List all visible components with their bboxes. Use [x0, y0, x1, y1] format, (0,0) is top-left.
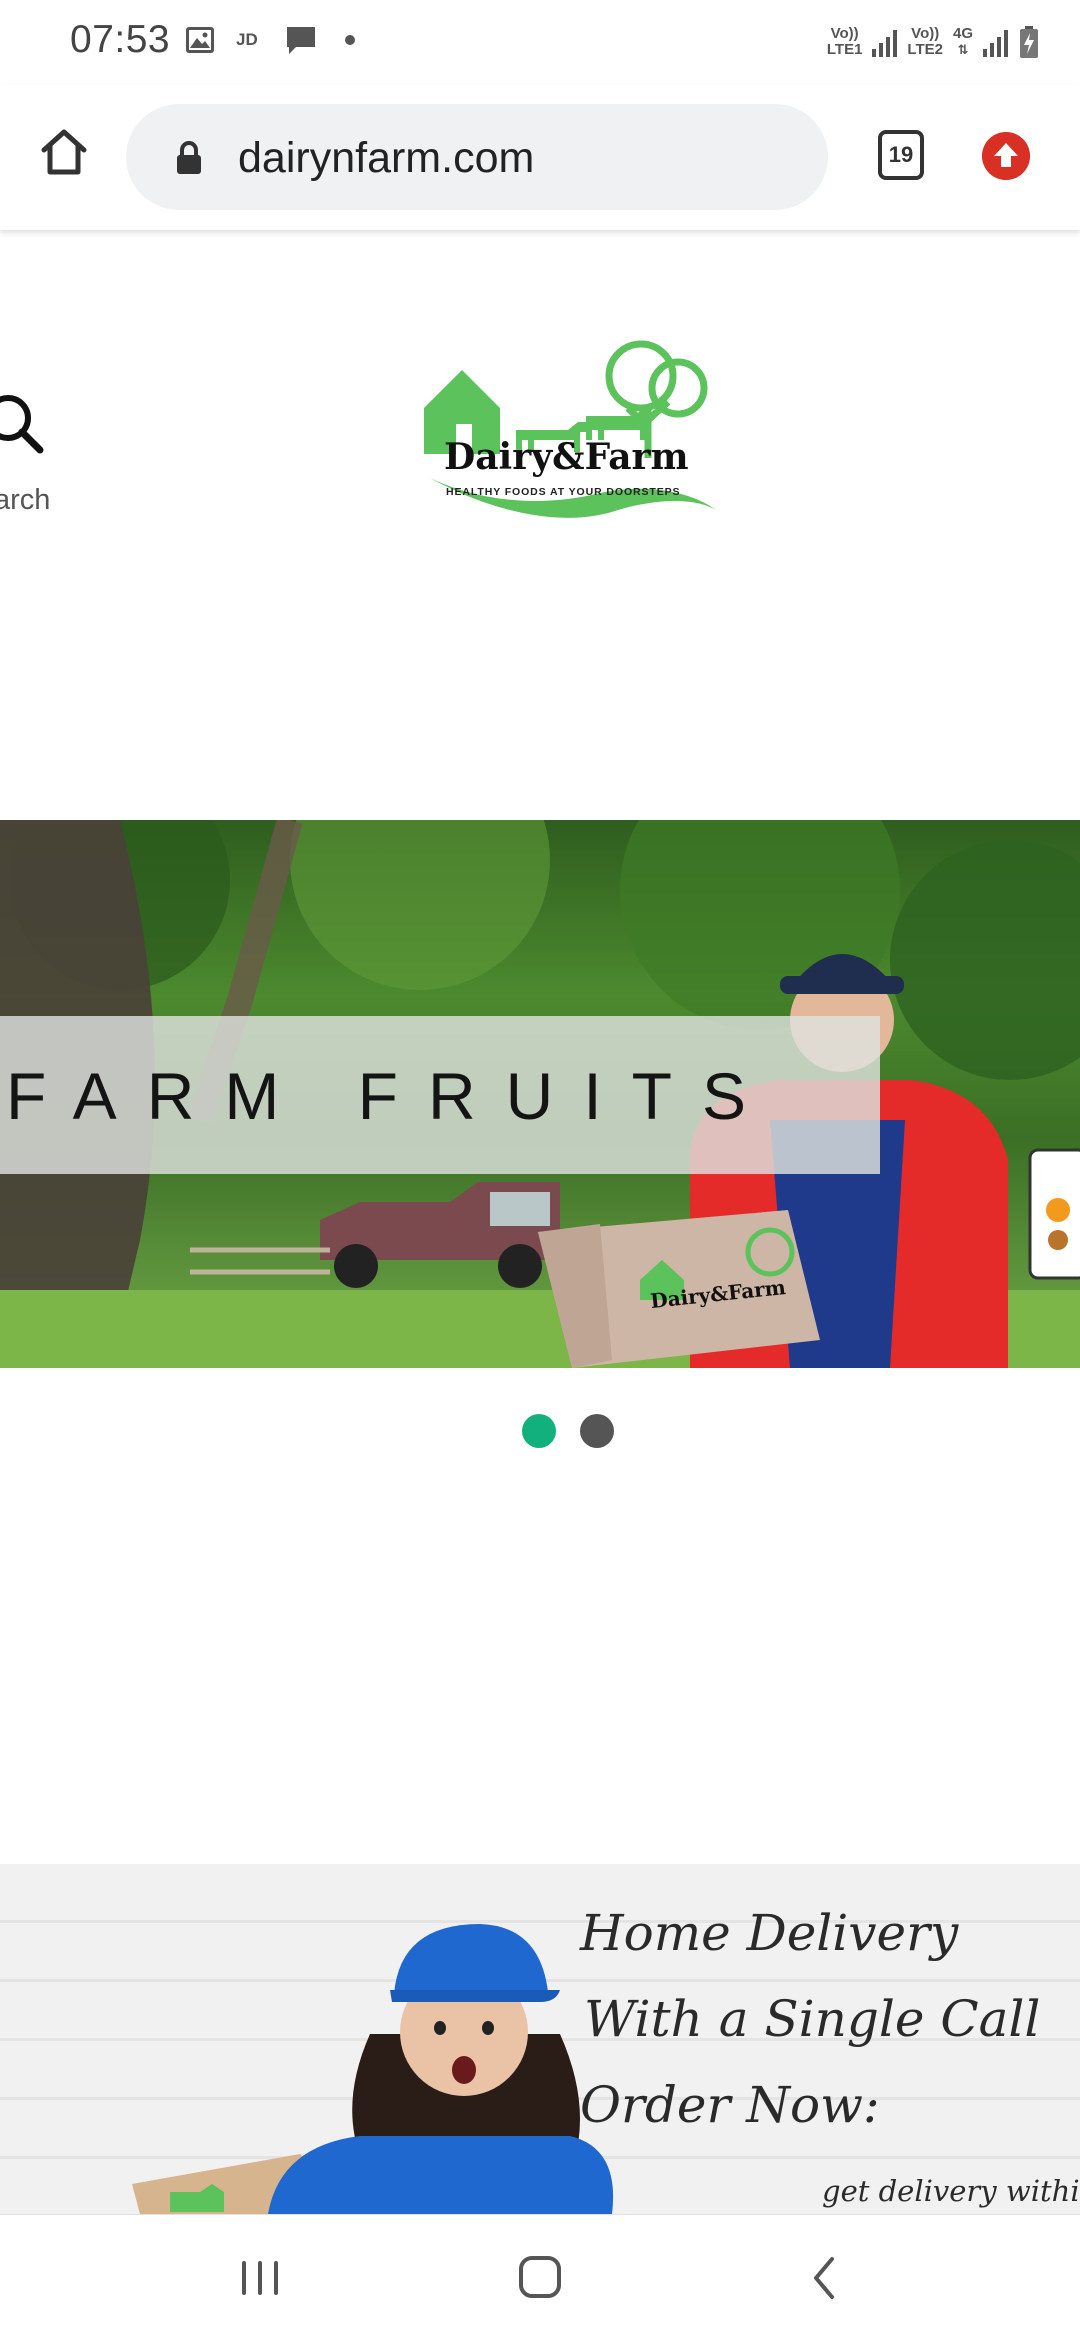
delivery-line-4: get delivery within	[822, 2174, 1080, 2208]
lock-icon	[177, 141, 201, 174]
address-bar[interactable]: dairynfarm.com	[126, 104, 828, 210]
logo-title: Dairy&Farm	[444, 436, 689, 478]
logo-tagline: HEALTHY FOODS AT YOUR DOORSTEPS	[446, 486, 681, 498]
search-icon[interactable]	[0, 394, 48, 456]
data-arrows-icon: ⇅	[957, 42, 969, 57]
sim1-indicator: Vo)) LTE1	[827, 26, 863, 58]
tab-switcher-button[interactable]: 19	[878, 130, 924, 180]
url-text: dairynfarm.com	[238, 134, 535, 182]
slider-pagination	[522, 1414, 614, 1448]
sim1-label-bottom: LTE1	[826, 41, 863, 58]
status-time: 07:53	[70, 18, 171, 61]
dot-icon	[345, 35, 355, 45]
search-label[interactable]: arch	[0, 484, 50, 517]
hero-slide-text: FARM FRUITS	[6, 1059, 776, 1133]
delivery-line-3: Order Now:	[580, 2076, 880, 2134]
browser-toolbar: dairynfarm.com 19	[0, 84, 1080, 230]
home-icon[interactable]	[36, 124, 92, 180]
home-nav-icon[interactable]	[510, 2253, 570, 2303]
hero-slider[interactable]: Dairy&Farm FARM FRUITS	[0, 820, 1080, 1368]
network-type-label: 4G	[952, 25, 973, 42]
sim2-indicator: Vo)) LTE2	[907, 26, 943, 58]
site-logo[interactable]	[416, 328, 726, 528]
message-icon	[287, 27, 315, 54]
slider-dot-2[interactable]	[580, 1414, 614, 1448]
sim2-label-bottom: LTE2	[907, 41, 943, 58]
update-arrow-icon[interactable]	[982, 132, 1030, 180]
gallery-icon	[186, 27, 214, 53]
delivery-line-1: Home Delivery	[580, 1904, 959, 1962]
delivery-banner[interactable]: Home Delivery With a Single Call Order N…	[0, 1864, 1080, 2214]
slider-dot-1[interactable]	[522, 1414, 556, 1448]
recent-apps-icon[interactable]	[230, 2253, 290, 2303]
status-right-group: Vo)) LTE1 Vo)) LTE2 4G ⇅	[827, 20, 1040, 64]
battery-charging-icon	[1020, 26, 1038, 58]
network-type-indicator: 4G ⇅	[953, 26, 973, 58]
sim1-label-top: Vo))	[830, 25, 859, 42]
system-nav-bar	[0, 2214, 1080, 2340]
sim2-signal-icon	[983, 27, 1008, 57]
sim1-signal-icon	[872, 27, 898, 57]
back-icon[interactable]	[796, 2253, 856, 2303]
delivery-line-2: With a Single Call	[584, 1990, 1041, 2048]
status-bar: 07:53 JD Vo)) LTE1 Vo)) LTE2 4G ⇅	[0, 0, 1080, 84]
jd-icon: JD	[236, 30, 258, 49]
sim2-label-top: Vo))	[911, 25, 940, 42]
